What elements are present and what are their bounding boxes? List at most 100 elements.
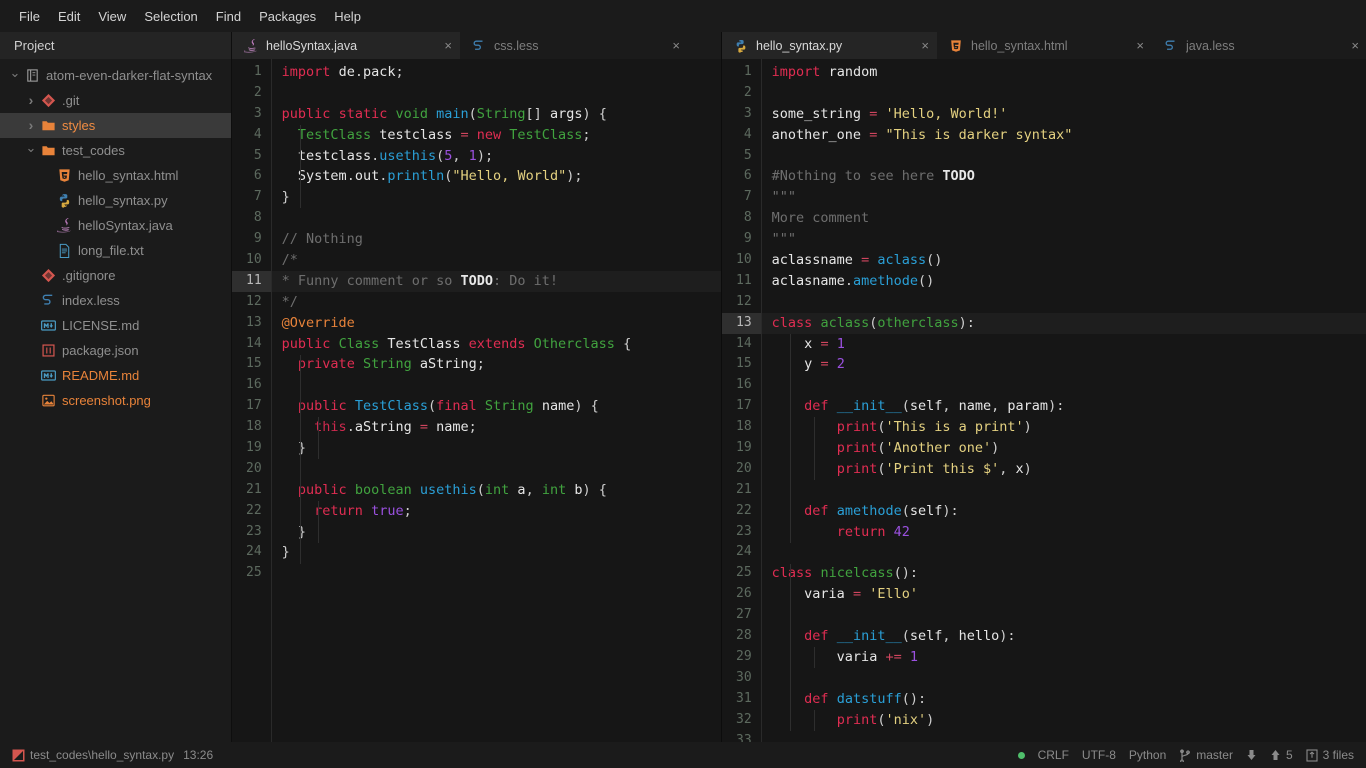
menu-item-selection[interactable]: Selection xyxy=(135,6,206,27)
menu-item-find[interactable]: Find xyxy=(207,6,250,27)
tab-hello-syntax-py[interactable]: hello_syntax.py × xyxy=(722,32,937,59)
code-token: x xyxy=(771,335,821,352)
tree-item-git[interactable]: .git xyxy=(0,88,231,113)
code-line: return 42 xyxy=(762,522,1366,543)
tree-item-long-file-txt[interactable]: long_file.txt xyxy=(0,238,231,263)
code-token: ) { xyxy=(582,481,607,498)
line-number: 3 xyxy=(743,105,752,121)
tree-item-readme-md[interactable]: README.md xyxy=(0,363,231,388)
code-token: __init__ xyxy=(836,628,902,645)
menu-item-view[interactable]: View xyxy=(89,6,135,27)
code-token: String xyxy=(484,398,542,415)
file-tree[interactable]: atom-even-darker-flat-syntax .git styles te… xyxy=(0,59,231,413)
chevron-down-icon[interactable] xyxy=(8,69,22,83)
tree-item-label: README.md xyxy=(62,368,140,383)
tree-item-hello-syntax-py[interactable]: hello_syntax.py xyxy=(0,188,231,213)
menu-item-packages[interactable]: Packages xyxy=(250,6,325,27)
code-token: public xyxy=(281,105,339,122)
code-line: print('This is a print') xyxy=(762,417,1366,438)
tab-close-icon[interactable]: × xyxy=(672,39,680,52)
chevron-right-icon[interactable] xyxy=(24,93,38,108)
code-token: ( xyxy=(427,398,437,415)
tab-hellosyntax-java[interactable]: helloSyntax.java × xyxy=(232,32,460,59)
code-token: () xyxy=(926,252,943,269)
code-token: """ xyxy=(771,189,797,206)
menu-item-file[interactable]: File xyxy=(10,6,49,27)
code-token: x xyxy=(1015,460,1024,477)
code-token: [] xyxy=(525,105,550,122)
tree-item-styles[interactable]: styles xyxy=(0,113,231,138)
arrow-down-icon xyxy=(1246,749,1257,761)
editor-pane-right: hello_syntax.py × hello_syntax.html × java.l… xyxy=(722,32,1366,742)
code-line: import de.pack; xyxy=(272,62,721,83)
code-token: = xyxy=(419,419,437,436)
line-number: 8 xyxy=(253,210,262,226)
folder-icon xyxy=(38,143,58,158)
code-token: public xyxy=(281,335,339,352)
code-editor-right[interactable]: 1 2 3 4 5 6 7 8 9 10 11 12 13 14 15 16 17 18 19 20 21 22 23 24 2… xyxy=(722,59,1366,742)
code-token: self xyxy=(909,628,943,645)
code-token: 'Ello' xyxy=(869,586,918,603)
tab-java-less[interactable]: java.less × xyxy=(1152,32,1366,59)
code-token: boolean xyxy=(354,481,420,498)
git-pull-status[interactable] xyxy=(1246,749,1257,761)
code-line: // Nothing xyxy=(272,229,721,250)
tree-item-license-md[interactable]: LICENSE.md xyxy=(0,313,231,338)
tree-item-atom-even-darker-flat-syntax[interactable]: atom-even-darker-flat-syntax xyxy=(0,63,231,88)
tree-item-hellosyntax-java[interactable]: helloSyntax.java xyxy=(0,213,231,238)
tree-item-screenshot-png[interactable]: screenshot.png xyxy=(0,388,231,413)
tab-close-icon[interactable]: × xyxy=(921,39,929,52)
tree-item-gitignore[interactable]: .gitignore xyxy=(0,263,231,288)
tab-close-icon[interactable]: × xyxy=(1351,39,1359,52)
code-token: param xyxy=(1007,398,1049,415)
tree-item-index-less[interactable]: index.less xyxy=(0,288,231,313)
git-branch-status[interactable]: master xyxy=(1179,748,1233,762)
encoding-status[interactable]: UTF-8 xyxy=(1082,748,1116,762)
code-token: * Funny comment or so xyxy=(281,272,461,289)
changed-files-status[interactable]: 3 files xyxy=(1306,748,1354,762)
code-content[interactable]: import de.pack; public static void main(… xyxy=(271,59,721,742)
code-token: /* xyxy=(281,252,298,269)
line-number: 2 xyxy=(253,84,262,100)
line-number: 9 xyxy=(743,231,752,247)
code-editor-left[interactable]: 1 2 3 4 5 6 7 8 9 10 11 12 13 14 15 16 17 18 19 20 21 22 23 24 2… xyxy=(232,59,721,742)
code-line: print('Another one') xyxy=(762,438,1366,459)
line-number: 14 xyxy=(246,335,262,351)
tab-hello-syntax-html[interactable]: hello_syntax.html × xyxy=(937,32,1152,59)
code-line: class aclass(otherclass): xyxy=(761,312,1366,334)
code-token: 2 xyxy=(836,356,845,373)
code-token: () xyxy=(901,690,918,707)
code-line: """ xyxy=(762,187,1366,208)
code-token: return xyxy=(314,502,372,519)
tab-close-icon[interactable]: × xyxy=(444,39,452,52)
line-number: 17 xyxy=(246,398,262,414)
git-push-status[interactable]: 5 xyxy=(1270,748,1293,762)
file-path-status[interactable]: test_codes\hello_syntax.py xyxy=(12,748,174,762)
code-line: def __init__(self, hello): xyxy=(762,626,1366,647)
code-token: print xyxy=(836,711,878,728)
editor-pane-left: helloSyntax.java × css.less × 1 2 3 4 5 6 7 8 9 10 11 1… xyxy=(232,32,722,742)
tab-css-less[interactable]: css.less × xyxy=(460,32,688,59)
code-token: int xyxy=(484,481,518,498)
tab-close-icon[interactable]: × xyxy=(1136,39,1144,52)
chevron-down-icon[interactable] xyxy=(24,144,38,158)
code-content[interactable]: import random some_string = 'Hello, Worl… xyxy=(761,59,1366,742)
code-token: } xyxy=(281,544,290,561)
menu-item-help[interactable]: Help xyxy=(325,6,370,27)
cursor-position[interactable]: 13:26 xyxy=(183,748,213,762)
code-token: , xyxy=(525,481,542,498)
code-token: aString xyxy=(419,356,477,373)
code-token: print xyxy=(836,460,878,477)
chevron-right-icon[interactable] xyxy=(24,118,38,133)
tree-item-hello-syntax-html[interactable]: hello_syntax.html xyxy=(0,163,231,188)
code-line: * Funny comment or so TODO: Do it! xyxy=(271,270,721,292)
git-branch-icon xyxy=(1179,748,1191,762)
less-icon xyxy=(1163,39,1179,53)
line-number: 1 xyxy=(743,64,752,79)
grammar-status[interactable]: Python xyxy=(1129,748,1166,762)
tree-item-package-json[interactable]: package.json xyxy=(0,338,231,363)
tree-item-test-codes[interactable]: test_codes xyxy=(0,138,231,163)
menu-item-edit[interactable]: Edit xyxy=(49,6,89,27)
line-ending-status[interactable]: CRLF xyxy=(1038,748,1069,762)
